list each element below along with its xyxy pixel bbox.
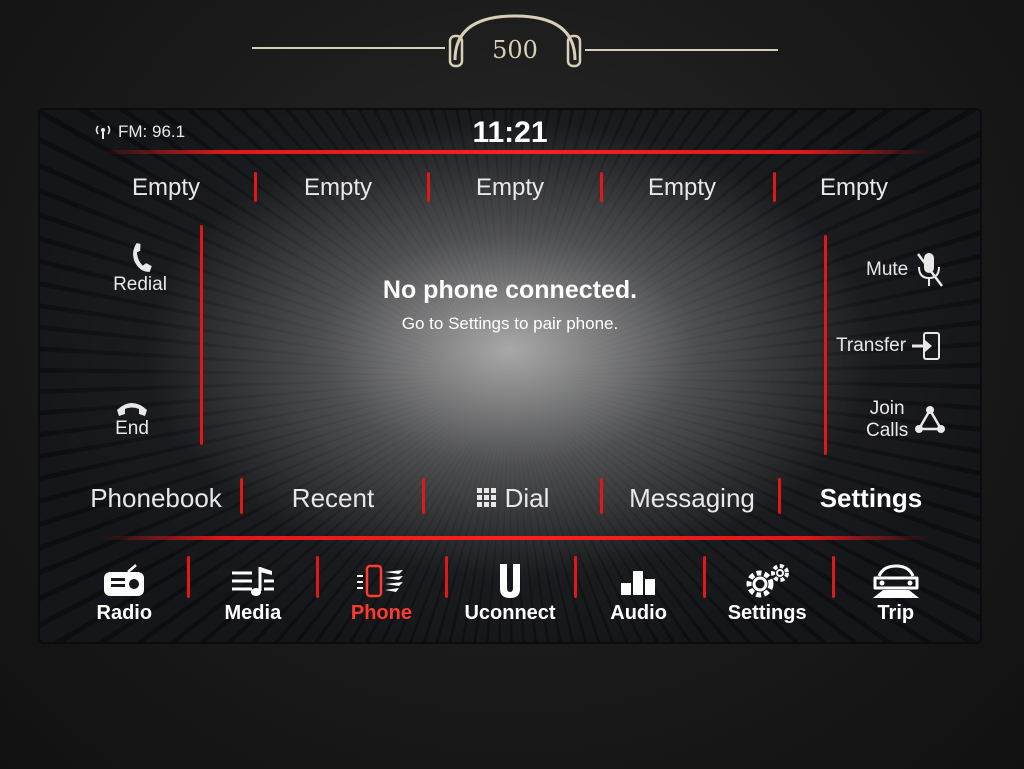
- join-calls-icon: [914, 404, 946, 436]
- preset-2[interactable]: Empty: [252, 168, 424, 208]
- tab-messaging[interactable]: Messaging: [602, 476, 782, 520]
- tab-recent[interactable]: Recent: [242, 476, 424, 520]
- preset-5[interactable]: Empty: [768, 168, 940, 208]
- preset-3[interactable]: Empty: [424, 168, 596, 208]
- tab-dial-label: Dial: [504, 483, 550, 513]
- tab-separator: [240, 478, 243, 514]
- end-label: End: [115, 418, 149, 439]
- nav-separator: [574, 556, 577, 598]
- fiat-500-logo: 500: [250, 10, 780, 70]
- phone-icon: [355, 560, 407, 602]
- nav-separator: [187, 556, 190, 598]
- preset-separator: [600, 172, 603, 202]
- tab-phonebook[interactable]: Phonebook: [70, 476, 242, 520]
- pair-phone-hint: Go to Settings to pair phone.: [401, 314, 619, 333]
- hang-up-icon: [100, 398, 164, 418]
- no-phone-message: No phone connected.: [382, 276, 638, 304]
- status-bar: FM: 96.1 11:21: [40, 110, 980, 150]
- nav-separator: [832, 556, 835, 598]
- left-column-separator: [200, 225, 203, 445]
- right-column-separator: [824, 235, 827, 455]
- settings-icon: [742, 560, 792, 602]
- nav-settings[interactable]: Settings: [703, 550, 832, 640]
- preset-separator: [254, 172, 257, 202]
- join-calls-button[interactable]: Join Calls: [866, 398, 956, 442]
- end-call-button[interactable]: End: [100, 398, 164, 440]
- nav-radio-label: Radio: [96, 602, 153, 624]
- nav-audio-label: Audio: [610, 602, 667, 624]
- nav-media[interactable]: Media: [189, 550, 318, 640]
- nav-radio[interactable]: Radio: [60, 550, 189, 640]
- nav-uconnect[interactable]: Uconnect: [446, 550, 575, 640]
- preset-4[interactable]: Empty: [596, 168, 768, 208]
- tab-separator: [778, 478, 781, 514]
- keypad-icon: [476, 488, 497, 508]
- join-calls-label-line2: Calls: [866, 420, 909, 441]
- preset-bar: Empty Empty Empty Empty Empty: [80, 168, 940, 208]
- nav-trip[interactable]: Trip: [831, 550, 960, 640]
- phone-handset-icon: [100, 242, 180, 274]
- radio-icon: [102, 560, 146, 602]
- transfer-icon: [910, 330, 942, 362]
- join-calls-label: Join Calls: [866, 398, 908, 442]
- nav-phone[interactable]: Phone: [317, 550, 446, 640]
- nav-separator: [703, 556, 706, 598]
- nav-trip-label: Trip: [877, 602, 915, 624]
- uconnect-icon: [495, 560, 525, 602]
- nav-uconnect-label: Uconnect: [464, 602, 556, 624]
- infotainment-screen: FM: 96.1 11:21 Empty Empty Empty Empty E…: [40, 110, 980, 642]
- svg-text:500: 500: [492, 36, 538, 64]
- phone-tabs: Phonebook Recent Dial Messaging Settings: [70, 476, 960, 520]
- trip-icon: [871, 560, 921, 602]
- join-calls-label-line1: Join: [869, 398, 905, 419]
- nav-separator: [316, 556, 319, 598]
- nav-separator: [445, 556, 448, 598]
- media-icon: [230, 560, 276, 602]
- top-divider: [100, 150, 930, 154]
- transfer-button[interactable]: Transfer: [836, 330, 966, 362]
- clock: 11:21: [472, 116, 548, 149]
- tab-separator: [422, 478, 425, 514]
- preset-1[interactable]: Empty: [80, 168, 252, 208]
- nav-audio[interactable]: Audio: [574, 550, 703, 640]
- main-nav: Radio Media Phone Uconnect Audio Setting…: [60, 550, 960, 640]
- tab-settings[interactable]: Settings: [782, 476, 960, 520]
- nav-phone-label: Phone: [350, 602, 412, 624]
- audio-icon: [619, 560, 659, 602]
- preset-separator: [427, 172, 430, 202]
- tab-separator: [600, 478, 603, 514]
- nav-media-label: Media: [224, 602, 282, 624]
- transfer-label: Transfer: [836, 335, 907, 356]
- preset-separator: [773, 172, 776, 202]
- bottom-divider: [100, 536, 930, 540]
- tab-dial[interactable]: Dial: [424, 476, 602, 520]
- nav-settings-label: Settings: [727, 602, 807, 624]
